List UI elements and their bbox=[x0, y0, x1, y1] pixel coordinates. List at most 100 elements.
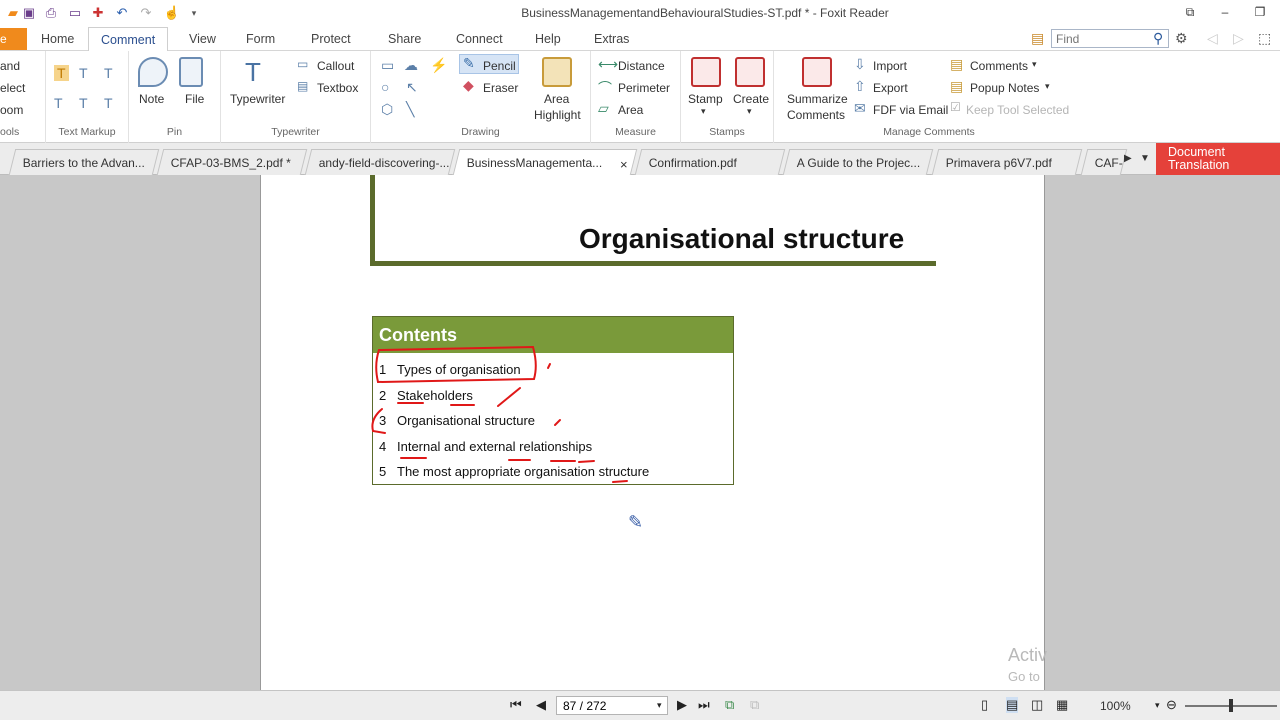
menu-extras[interactable]: Extras bbox=[594, 32, 629, 46]
perimeter-button[interactable]: Perimeter bbox=[618, 81, 670, 95]
create-button-label[interactable]: Create bbox=[733, 92, 769, 106]
search-icon[interactable]: ⚲ bbox=[1153, 30, 1163, 47]
menu-help[interactable]: Help bbox=[535, 32, 561, 46]
underline-text-icon[interactable]: T bbox=[79, 65, 88, 81]
next-view-icon[interactable]: ⧉ bbox=[750, 697, 759, 713]
create-dropdown-icon[interactable]: ▾ bbox=[747, 106, 752, 117]
summarize-comments-icon[interactable] bbox=[802, 57, 832, 87]
page-number-input[interactable] bbox=[556, 696, 668, 715]
export-button[interactable]: Export bbox=[873, 81, 908, 95]
tab-business-management[interactable]: BusinessManagementa... bbox=[452, 149, 638, 175]
facing-page-icon[interactable]: ◫ bbox=[1031, 697, 1043, 713]
tab-andy-field[interactable]: andy-field-discovering-... bbox=[304, 149, 456, 175]
cloud-icon[interactable]: ☁ bbox=[404, 57, 418, 74]
continuous-page-icon[interactable]: ▤ bbox=[1006, 697, 1019, 713]
close-tab-icon[interactable]: × bbox=[620, 157, 628, 172]
line-icon[interactable]: ╲ bbox=[406, 101, 414, 118]
search-input[interactable] bbox=[1051, 29, 1169, 48]
menu-view[interactable]: View bbox=[189, 32, 216, 46]
squiggly-text-icon[interactable]: T bbox=[104, 65, 113, 81]
note-icon[interactable] bbox=[138, 57, 168, 87]
strikeout-text-icon[interactable]: T bbox=[54, 95, 63, 111]
hand-tool-button[interactable]: and bbox=[0, 59, 20, 73]
minimize-button[interactable]: – bbox=[1210, 2, 1240, 22]
rectangle-icon[interactable]: ▭ bbox=[381, 57, 394, 74]
polyline-icon[interactable]: ⚡ bbox=[430, 57, 447, 74]
callout-button[interactable]: Callout bbox=[317, 59, 354, 73]
popup-notes-dropdown[interactable]: Popup Notes bbox=[970, 81, 1039, 95]
summarize-line1[interactable]: Summarize bbox=[787, 92, 848, 106]
area-button[interactable]: Area bbox=[618, 103, 643, 117]
fdf-email-button[interactable]: FDF via Email bbox=[873, 103, 948, 117]
highlight-text-icon[interactable]: T bbox=[54, 65, 69, 81]
file-attach-icon[interactable] bbox=[179, 57, 203, 87]
stamp-dropdown-icon[interactable]: ▾ bbox=[701, 106, 706, 117]
eraser-button[interactable]: Eraser bbox=[483, 81, 518, 95]
tab-scroll-right-icon[interactable]: ▶ bbox=[1124, 153, 1132, 164]
document-translation-button[interactable]: Document Translation bbox=[1156, 143, 1280, 175]
tab-barriers[interactable]: Barriers to the Advan... bbox=[8, 149, 160, 175]
import-button[interactable]: Import bbox=[873, 59, 907, 73]
replace-text-icon[interactable]: T bbox=[79, 95, 88, 111]
insert-text-icon[interactable]: T bbox=[104, 95, 113, 111]
comments-dropdown[interactable]: Comments bbox=[970, 59, 1028, 73]
zoom-level[interactable]: 100% bbox=[1100, 699, 1131, 713]
next-result-icon[interactable]: ▷ bbox=[1233, 30, 1244, 47]
note-button-label[interactable]: Note bbox=[139, 92, 164, 106]
menu-comment[interactable]: Comment bbox=[88, 27, 169, 52]
callout-icon[interactable]: ▭ bbox=[297, 57, 308, 71]
single-page-icon[interactable]: ▯ bbox=[981, 697, 988, 713]
polygon-icon[interactable]: ⬡ bbox=[381, 101, 393, 118]
next-page-icon[interactable]: ▶ bbox=[677, 697, 687, 713]
restore-ribbon-icon[interactable]: ⧉ bbox=[1175, 2, 1205, 22]
first-page-icon[interactable]: ⏮ bbox=[510, 697, 522, 713]
zoom-slider-thumb[interactable] bbox=[1229, 699, 1233, 712]
typewriter-icon[interactable]: T bbox=[245, 57, 261, 88]
tab-confirmation[interactable]: Confirmation.pdf bbox=[634, 149, 786, 175]
menu-protect[interactable]: Protect bbox=[311, 32, 351, 46]
tab-primavera[interactable]: Primavera p6V7.pdf bbox=[931, 149, 1083, 175]
tab-guide-project[interactable]: A Guide to the Projec... bbox=[782, 149, 934, 175]
area-highlight-line2[interactable]: Highlight bbox=[534, 108, 581, 122]
previous-page-icon[interactable]: ◀ bbox=[536, 697, 546, 713]
oval-icon[interactable]: ○ bbox=[381, 79, 389, 95]
menu-form[interactable]: Form bbox=[246, 32, 275, 46]
tab-list-icon[interactable]: ▼ bbox=[1140, 153, 1150, 164]
last-page-icon[interactable]: ⏭ bbox=[698, 697, 710, 713]
textbox-icon[interactable]: ▤ bbox=[297, 79, 308, 93]
document-viewer[interactable]: Organisational structure Contents 1 Types… bbox=[0, 175, 1280, 690]
stamp-icon[interactable] bbox=[691, 57, 721, 87]
keep-tool-checkbox[interactable]: ☑ bbox=[950, 100, 961, 114]
comments-chevron-icon[interactable]: ▾ bbox=[1032, 59, 1037, 70]
page-dropdown-icon[interactable]: ▾ bbox=[657, 700, 662, 711]
comments-icon[interactable]: ▤ bbox=[950, 56, 963, 73]
menu-home[interactable]: Home bbox=[41, 32, 74, 46]
menu-connect[interactable]: Connect bbox=[456, 32, 503, 46]
stamp-button-label[interactable]: Stamp bbox=[688, 92, 723, 106]
zoom-tool-button[interactable]: oom bbox=[0, 103, 23, 117]
textbox-button[interactable]: Textbox bbox=[317, 81, 358, 95]
create-stamp-icon[interactable] bbox=[735, 57, 765, 87]
tab-caf[interactable]: CAF- bbox=[1080, 149, 1128, 175]
distance-icon[interactable]: ⟷ bbox=[598, 56, 618, 73]
popup-notes-icon[interactable]: ▤ bbox=[950, 78, 963, 95]
export-icon[interactable]: ⇧ bbox=[854, 78, 866, 95]
prev-result-icon[interactable]: ◁ bbox=[1207, 30, 1218, 47]
file-button-label[interactable]: File bbox=[185, 92, 204, 106]
search-folder-icon[interactable]: ▤ bbox=[1031, 30, 1044, 47]
area-highlight-icon[interactable] bbox=[542, 57, 572, 87]
maximize-button[interactable]: ❐ bbox=[1245, 2, 1275, 22]
area-highlight-line1[interactable]: Area bbox=[544, 92, 569, 106]
expand-icon[interactable]: ⬚ bbox=[1258, 30, 1271, 47]
file-menu[interactable]: e bbox=[0, 28, 27, 50]
distance-button[interactable]: Distance bbox=[618, 59, 665, 73]
menu-share[interactable]: Share bbox=[388, 32, 421, 46]
popup-notes-chevron-icon[interactable]: ▾ bbox=[1045, 81, 1050, 92]
pdf-page[interactable]: Organisational structure Contents 1 Types… bbox=[260, 175, 1045, 690]
import-icon[interactable]: ⇩ bbox=[854, 56, 866, 73]
area-measure-icon[interactable]: ▱ bbox=[598, 100, 609, 117]
fdf-email-icon[interactable]: ✉ bbox=[854, 100, 866, 117]
typewriter-button-label[interactable]: Typewriter bbox=[230, 92, 285, 106]
arrow-icon[interactable]: ↖ bbox=[406, 79, 418, 96]
tab-cfap[interactable]: CFAP-03-BMS_2.pdf * bbox=[156, 149, 308, 175]
